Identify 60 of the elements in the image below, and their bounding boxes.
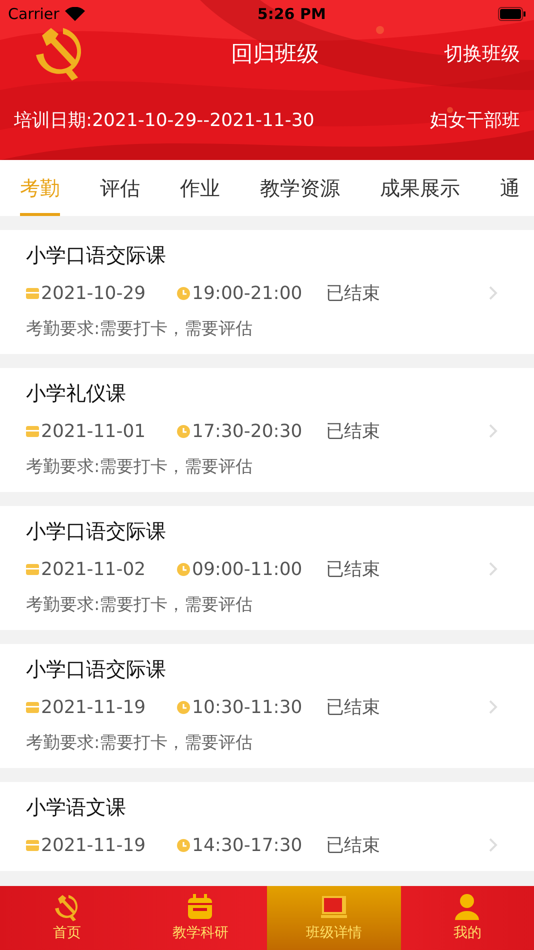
chevron-right-icon: [488, 423, 498, 439]
session-date: 2021-11-01: [41, 420, 147, 442]
session-title: 小学口语交际课: [26, 518, 167, 545]
clock-icon: [177, 286, 190, 300]
battery-icon: [498, 7, 526, 21]
session-card[interactable]: 小学口语交际课 2021-11-19 10:30-11:30 已结束 考勤要求:需要打卡，需要评估: [0, 644, 534, 768]
session-time: 10:30-11:30: [192, 696, 304, 718]
session-card[interactable]: 小学口语交际课 2021-10-29 19:00-21:00 已结束 考勤要求:需要打卡，需要评估: [0, 230, 534, 354]
session-time: 09:00-11:00: [192, 558, 304, 580]
session-card[interactable]: 小学口语交际课 2021-11-02 09:00-11:00 已结束 考勤要求:需要打卡，需要评估: [0, 506, 534, 630]
session-title: 小学口语交际课: [26, 656, 167, 683]
clock-icon: [177, 562, 190, 576]
chevron-right-icon: [488, 561, 498, 577]
attendance-requirement: 考勤要求:需要打卡，需要评估: [26, 594, 254, 616]
session-title: 小学礼仪课: [26, 380, 127, 407]
session-status: 已结束: [326, 420, 380, 443]
page-title: 回归班级: [231, 41, 319, 69]
session-status: 已结束: [326, 696, 380, 719]
session-card[interactable]: 小学礼仪课 2021-11-01 17:30-20:30 已结束 考勤要求:需要打卡，需要评估: [0, 368, 534, 492]
tab[interactable]: 教学资源: [260, 160, 340, 216]
session-date: 2021-10-29: [41, 282, 147, 304]
session-status: 已结束: [326, 282, 380, 305]
training-dates: 培训日期:2021-10-29--2021-11-30: [14, 109, 314, 132]
carrier-name: Carrier: [8, 5, 60, 23]
wifi-icon: [65, 7, 86, 21]
switch-class-link[interactable]: 切换班级: [410, 41, 520, 67]
clock-icon: [177, 838, 190, 852]
session-status: 已结束: [326, 558, 380, 581]
status-time: 5:26 PM: [257, 5, 326, 23]
nav-tab[interactable]: 我的: [400, 886, 534, 950]
session-status: 已结束: [326, 834, 380, 857]
calendar-icon: [26, 287, 39, 299]
tab[interactable]: 通: [500, 160, 520, 216]
attendance-requirement: 考勤要求:需要打卡，需要评估: [26, 456, 254, 478]
calendar-icon: [26, 563, 39, 575]
session-date: 2021-11-19: [41, 834, 147, 856]
calendar-icon: [26, 701, 39, 713]
nav-tab[interactable]: 教学科研: [134, 886, 267, 950]
session-title: 小学语文课: [26, 794, 127, 821]
tab[interactable]: 作业: [180, 160, 220, 216]
session-date: 2021-11-02: [41, 558, 147, 580]
calendar-icon: [26, 839, 39, 851]
class-name: 妇女干部班: [430, 109, 520, 132]
chevron-right-icon: [488, 699, 498, 715]
calendar-icon: [26, 425, 39, 437]
clock-icon: [177, 700, 190, 714]
tab[interactable]: 评估: [100, 160, 140, 216]
session-title: 小学口语交际课: [26, 242, 167, 269]
chevron-right-icon: [488, 285, 498, 301]
nav-tab[interactable]: 首页: [0, 886, 134, 950]
session-time: 19:00-21:00: [192, 282, 304, 304]
session-time: 17:30-20:30: [192, 420, 304, 442]
tab[interactable]: 成果展示: [380, 160, 460, 216]
chevron-right-icon: [488, 837, 498, 853]
attendance-requirement: 考勤要求:需要打卡，需要评估: [26, 318, 254, 340]
session-card[interactable]: 小学语文课 2021-11-19 14:30-17:30 已结束: [0, 782, 534, 871]
clock-icon: [177, 424, 190, 438]
session-date: 2021-11-19: [41, 696, 147, 718]
session-time: 14:30-17:30: [192, 834, 304, 856]
attendance-requirement: 考勤要求:需要打卡，需要评估: [26, 732, 254, 754]
